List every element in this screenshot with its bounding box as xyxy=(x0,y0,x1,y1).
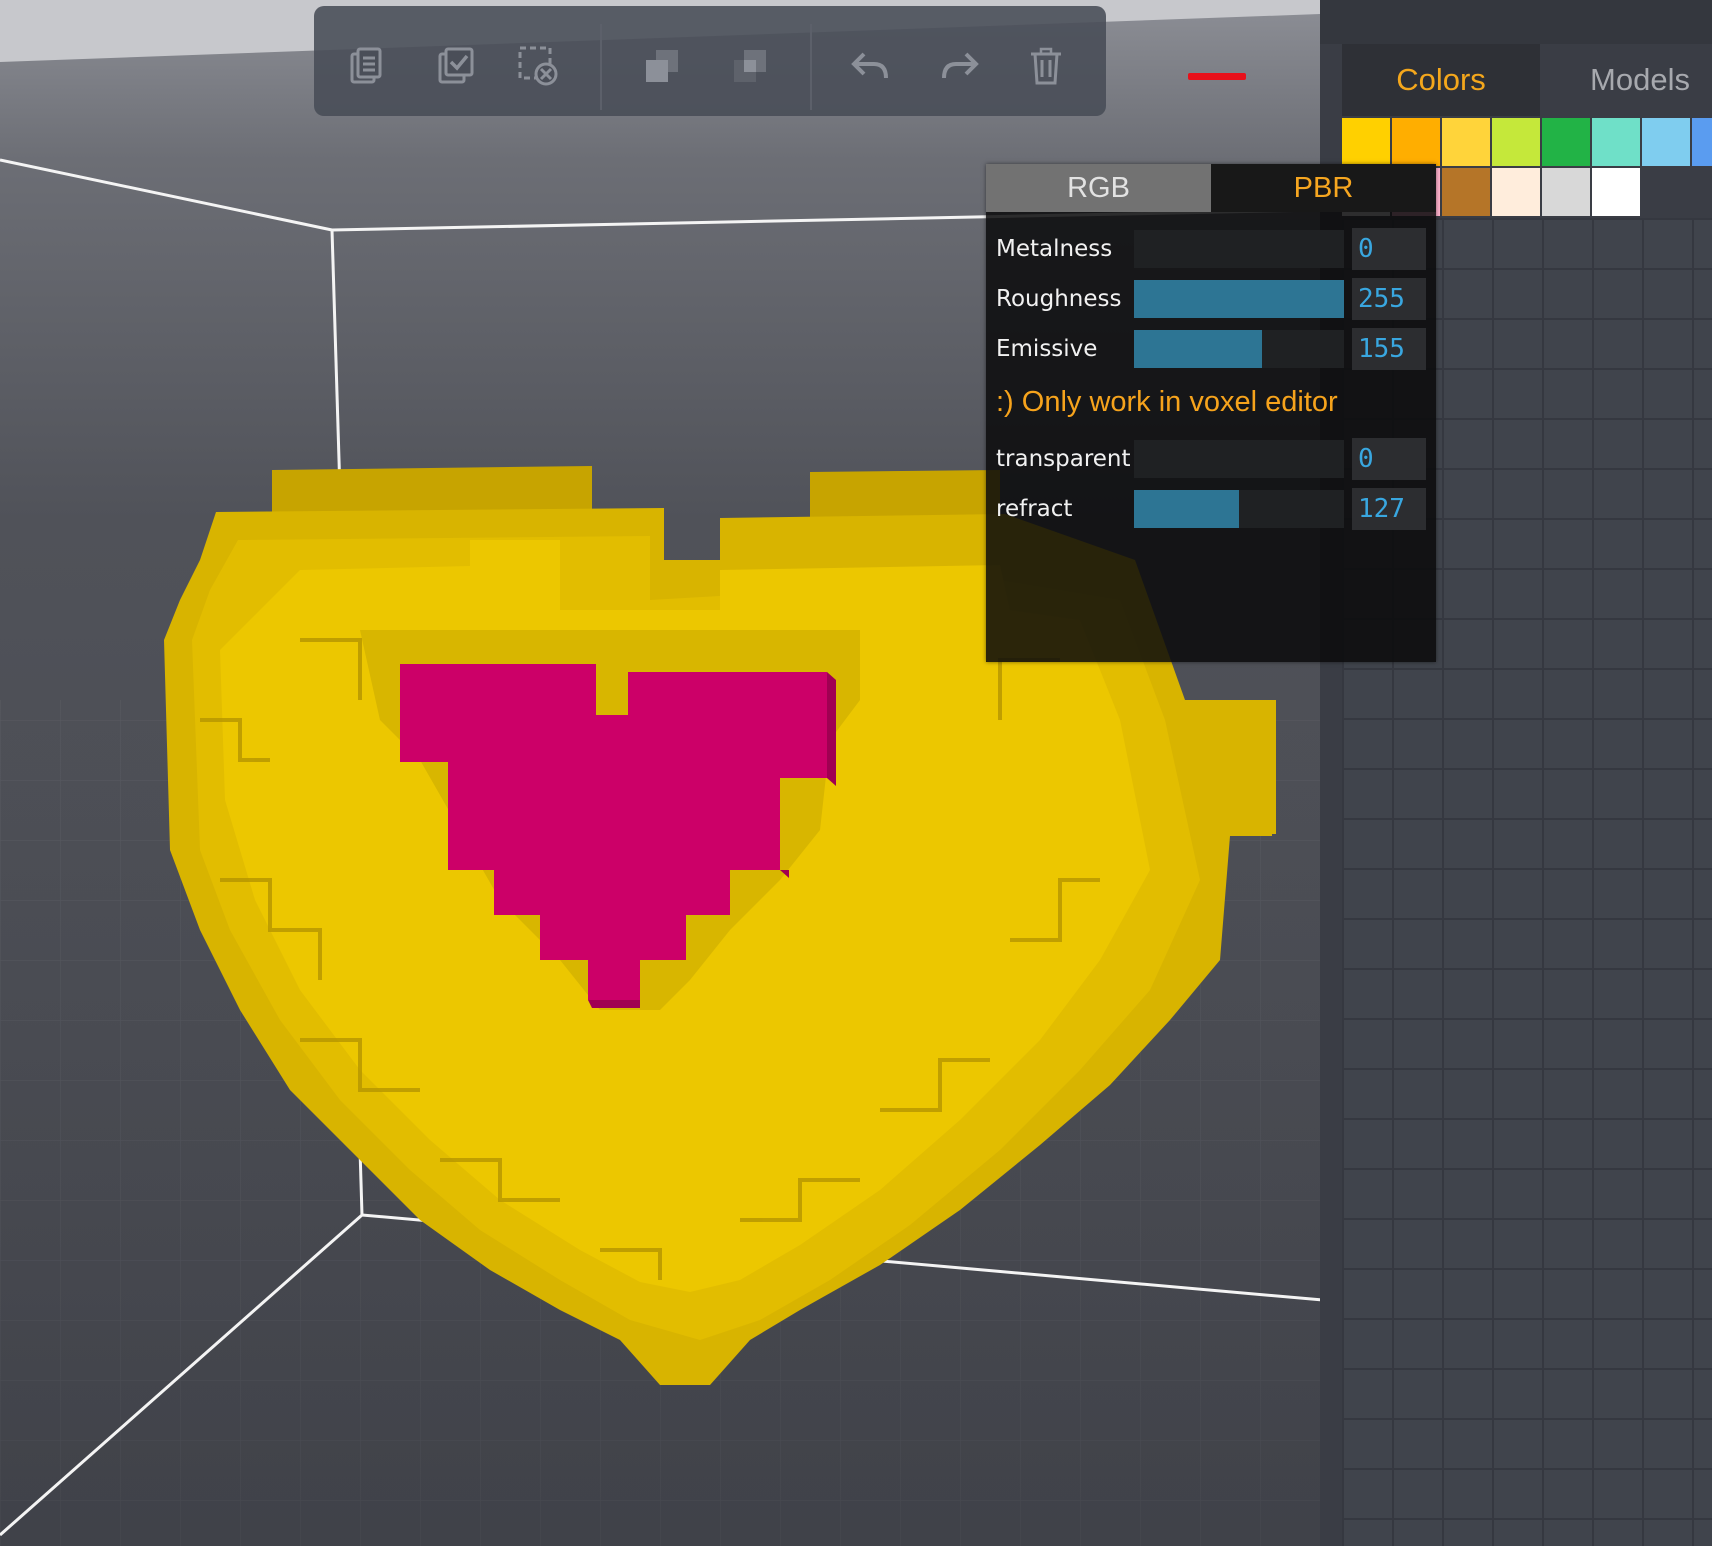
emissive-label: Emissive xyxy=(996,336,1098,362)
panel-tabs: Colors Models xyxy=(1342,44,1712,116)
metalness-row: Metalness 0 xyxy=(986,228,1436,270)
color-swatch[interactable] xyxy=(1592,168,1640,216)
layer-paste-icon xyxy=(734,50,766,82)
tab-rgb[interactable]: RGB xyxy=(986,164,1211,212)
color-swatch[interactable] xyxy=(1642,118,1690,166)
panel-topbar xyxy=(1320,0,1712,44)
undo-button[interactable] xyxy=(842,38,898,94)
color-swatch[interactable] xyxy=(1442,168,1490,216)
refract-label: refract xyxy=(996,496,1073,522)
color-swatch[interactable] xyxy=(1392,118,1440,166)
undo-icon xyxy=(851,52,888,79)
color-swatch[interactable] xyxy=(1342,118,1390,166)
toolbar-divider xyxy=(810,24,812,110)
refract-fill xyxy=(1134,490,1239,528)
material-tabs: RGB PBR xyxy=(986,164,1436,212)
layer-paste-button[interactable] xyxy=(722,38,778,94)
color-swatch[interactable] xyxy=(1692,118,1712,166)
metalness-value[interactable]: 0 xyxy=(1352,228,1426,270)
voxel-editor-note: :) Only work in voxel editor xyxy=(996,386,1338,418)
tab-models[interactable]: Models xyxy=(1540,44,1712,116)
delete-button[interactable] xyxy=(1018,38,1074,94)
roughness-fill xyxy=(1134,280,1344,318)
toolbar-divider xyxy=(600,24,602,110)
emissive-value[interactable]: 155 xyxy=(1352,328,1426,370)
refract-value[interactable]: 127 xyxy=(1352,488,1426,530)
roughness-slider[interactable] xyxy=(1134,280,1344,318)
color-swatch[interactable] xyxy=(1542,118,1590,166)
trash-icon xyxy=(1031,47,1061,85)
color-swatch[interactable] xyxy=(1442,118,1490,166)
transparent-label: transparent xyxy=(996,446,1131,472)
color-swatch[interactable] xyxy=(1492,118,1540,166)
refract-row: refract 127 xyxy=(986,488,1436,530)
axis-indicator xyxy=(1188,73,1246,80)
emissive-fill xyxy=(1134,330,1262,368)
layer-copy-icon xyxy=(646,50,678,82)
transparent-value[interactable]: 0 xyxy=(1352,438,1426,480)
layer-copy-button[interactable] xyxy=(634,38,690,94)
clipboard-icon xyxy=(350,47,382,84)
tab-colors[interactable]: Colors xyxy=(1342,44,1540,116)
deselect-icon xyxy=(518,46,558,86)
metalness-slider[interactable] xyxy=(1134,230,1344,268)
roughness-row: Roughness 255 xyxy=(986,278,1436,320)
transparent-row: transparent 0 xyxy=(986,438,1436,480)
redo-icon xyxy=(942,52,979,79)
metalness-label: Metalness xyxy=(996,236,1113,262)
color-swatch[interactable] xyxy=(1542,168,1590,216)
color-swatch[interactable] xyxy=(1592,118,1640,166)
select-copy-icon xyxy=(438,47,474,84)
copy-button[interactable] xyxy=(338,38,394,94)
tab-pbr[interactable]: PBR xyxy=(1211,164,1436,212)
color-swatch[interactable] xyxy=(1492,168,1540,216)
edit-toolbar xyxy=(314,6,1106,116)
redo-button[interactable] xyxy=(932,38,988,94)
deselect-button[interactable] xyxy=(510,38,566,94)
transparent-slider[interactable] xyxy=(1134,440,1344,478)
material-panel: RGB PBR Metalness 0 Roughness 255 Emissi… xyxy=(986,164,1436,662)
roughness-label: Roughness xyxy=(996,286,1122,312)
refract-slider[interactable] xyxy=(1134,490,1344,528)
emissive-slider[interactable] xyxy=(1134,330,1344,368)
roughness-value[interactable]: 255 xyxy=(1352,278,1426,320)
emissive-row: Emissive 155 xyxy=(986,328,1436,370)
select-copy-button[interactable] xyxy=(428,38,484,94)
